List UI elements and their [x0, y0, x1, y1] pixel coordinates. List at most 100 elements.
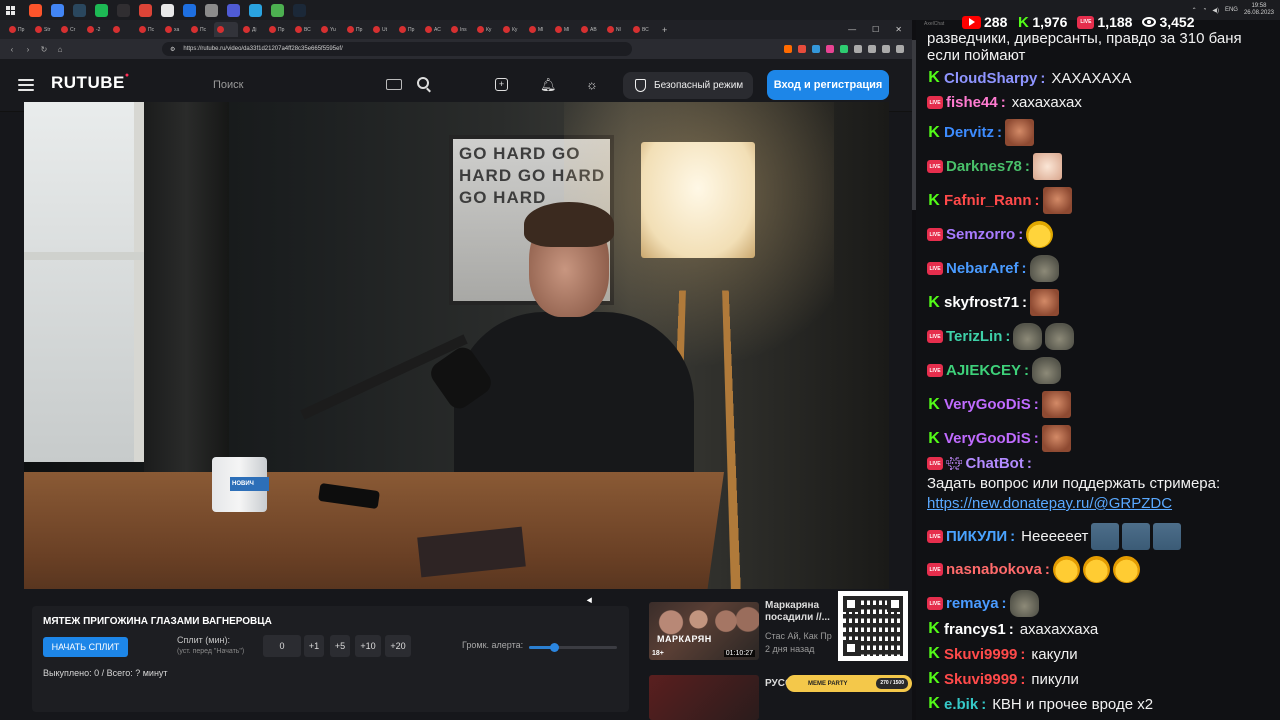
browser-tab[interactable]: Ml [526, 22, 550, 37]
chat-username[interactable]: AJIEKCEY [946, 362, 1021, 379]
new-tab-icon[interactable]: + [656, 25, 673, 35]
login-button[interactable]: Вход и регистрация [767, 70, 889, 100]
chrome-icon[interactable] [51, 3, 64, 17]
chat-username[interactable]: e.bik [944, 696, 978, 713]
chat-username[interactable]: Semzorro [946, 226, 1015, 243]
browser-tab[interactable]: Дi [240, 22, 264, 37]
obs-icon[interactable] [117, 3, 130, 17]
safe-mode-button[interactable]: Безопасный режим [623, 72, 753, 99]
search-icon[interactable] [417, 77, 429, 89]
url-field[interactable]: ⚙ https://rutube.ru/video/da33f1d21207a4… [162, 42, 632, 56]
browser-tab[interactable]: Ins [448, 22, 472, 37]
chat-username[interactable]: Darknes78 [946, 158, 1022, 175]
tray-lang[interactable]: ENG [1225, 7, 1238, 13]
wifi-icon[interactable]: ◔ [1203, 7, 1207, 13]
chat-username[interactable]: nasnabokova [946, 561, 1042, 578]
alert-volume-handle[interactable] [549, 643, 559, 652]
back-icon[interactable]: ‹ [8, 45, 16, 54]
minimize-icon[interactable]: — [848, 25, 856, 34]
browser-tab[interactable]: Пс [188, 22, 212, 37]
extension-icon[interactable] [826, 45, 834, 53]
chat-username[interactable]: ChatBot [966, 455, 1024, 472]
rec-title[interactable]: Маркаряна посадили //... [765, 600, 837, 624]
browser-tab[interactable] [110, 22, 134, 37]
browser-tab[interactable]: Пр [396, 22, 420, 37]
start-split-button[interactable]: НАЧАТЬ СПЛИТ [43, 637, 128, 657]
chat-username[interactable]: CloudSharpy [944, 70, 1037, 87]
extension-icon[interactable] [840, 45, 848, 53]
extension-icon[interactable] [784, 45, 792, 53]
chat-username[interactable]: VeryGooDiS [944, 430, 1031, 447]
browser-tab[interactable]: ВС [630, 22, 654, 37]
forward-icon[interactable]: › [24, 45, 32, 54]
chrome-2-icon[interactable] [139, 3, 152, 17]
browser-tab[interactable] [214, 22, 238, 37]
theme-icon[interactable]: ☼ [585, 78, 599, 92]
reload-icon[interactable]: ↻ [40, 45, 48, 54]
browser-tab[interactable]: ха [162, 22, 186, 37]
rutube-logo[interactable]: RUTUBE● [51, 72, 130, 93]
chevron-up-icon[interactable]: ⌃ [1192, 7, 1197, 14]
close-icon[interactable]: ✕ [895, 25, 902, 34]
split-plus-20-button[interactable]: +20 [385, 635, 411, 657]
split-plus-1-button[interactable]: +1 [304, 635, 324, 657]
browser-tab[interactable]: Пс [136, 22, 160, 37]
site-settings-icon[interactable]: ⚙ [170, 46, 175, 53]
browser-tab[interactable]: Ml [552, 22, 576, 37]
files-icon[interactable] [205, 3, 218, 17]
chat-username[interactable]: NebarAref [946, 260, 1019, 277]
chat-username[interactable]: ПИКУЛИ [946, 528, 1007, 545]
browser-tab[interactable]: Cr [58, 22, 82, 37]
extension-icon[interactable] [854, 45, 862, 53]
browser-tab[interactable]: Ку [474, 22, 498, 37]
volume-icon[interactable]: ◀) [1212, 7, 1219, 14]
browser-tab[interactable]: ВС [292, 22, 316, 37]
telegram-icon[interactable] [249, 3, 262, 17]
chat-username[interactable]: Skuvi9999 [944, 646, 1017, 663]
browser-tab[interactable]: АВ [578, 22, 602, 37]
extension-icon[interactable] [798, 45, 806, 53]
browser-tab[interactable]: Yu [318, 22, 342, 37]
clock[interactable]: 19:58 26.08.2023 [1244, 3, 1274, 17]
menu-icon[interactable] [18, 79, 34, 91]
rec-thumbnail[interactable]: МАРКАРЯН 18+ 01:10:27 [649, 602, 759, 660]
chat-username[interactable]: Skuvi9999 [944, 671, 1017, 688]
chat-username[interactable]: remaya [946, 595, 999, 612]
chat-username[interactable]: TerizLin [946, 328, 1002, 345]
browser-tab[interactable]: Str [32, 22, 56, 37]
browser-tab[interactable]: Nl [604, 22, 628, 37]
start-button[interactable] [0, 0, 20, 20]
split-minutes-input[interactable]: 0 [263, 635, 301, 657]
browser-tab[interactable]: АС [422, 22, 446, 37]
home-icon[interactable]: ⌂ [56, 45, 64, 54]
maximize-icon[interactable]: ☐ [872, 25, 879, 34]
extension-icon[interactable] [868, 45, 876, 53]
app-green-icon[interactable] [271, 3, 284, 17]
chat-username[interactable]: Fafnir_Rann [944, 192, 1032, 209]
browser-tab[interactable]: Пр [266, 22, 290, 37]
page-scrollbar[interactable] [912, 40, 916, 210]
extension-icon[interactable] [812, 45, 820, 53]
bell-icon[interactable]: 🔔︎ [540, 78, 557, 92]
brave-icon[interactable] [29, 3, 42, 17]
browser-tab[interactable]: Ut [370, 22, 394, 37]
extension-icon[interactable] [882, 45, 890, 53]
chat-username[interactable]: francys1 [944, 621, 1006, 638]
spotify-icon[interactable] [95, 3, 108, 17]
chat-username[interactable]: VeryGooDiS [944, 396, 1031, 413]
chat-username[interactable]: Dervitz [944, 124, 994, 141]
app-blue-icon[interactable] [183, 3, 196, 17]
keyboard-icon[interactable] [386, 79, 402, 90]
split-plus-10-button[interactable]: +10 [355, 635, 381, 657]
alert-volume-slider[interactable] [529, 643, 617, 652]
rec-thumbnail[interactable] [649, 675, 759, 720]
browser-tab[interactable]: Пр [6, 22, 30, 37]
donate-link[interactable]: https://new.donatepay.ru/@GRPZDC [927, 495, 1172, 512]
steam-icon[interactable] [73, 3, 86, 17]
chat-username[interactable]: skyfrost71 [944, 294, 1019, 311]
capcut-icon[interactable] [161, 3, 174, 17]
browser-tab[interactable]: -2 [84, 22, 108, 37]
extension-icon[interactable] [896, 45, 904, 53]
rec-author[interactable]: Стас Ай, Как Пр [765, 631, 832, 641]
chat-username[interactable]: fishe44 [946, 94, 998, 111]
